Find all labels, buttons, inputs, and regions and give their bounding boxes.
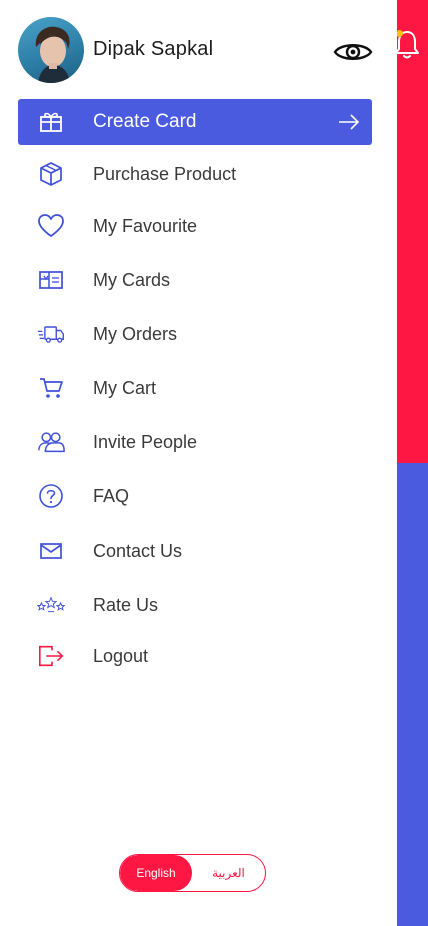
menu-item-rate-us[interactable]: Rate Us [18, 582, 372, 628]
eye-icon[interactable] [333, 39, 373, 65]
navigation-drawer: Dipak Sapkal Create Card Purchase Produc… [0, 0, 397, 926]
menu-item-label: Contact Us [93, 540, 183, 561]
menu-item-purchase-product[interactable]: Purchase Product [18, 151, 372, 197]
stars-icon [37, 591, 65, 619]
language-english-button[interactable]: English [120, 855, 192, 891]
menu-item-label: Purchase Product [93, 163, 237, 184]
mail-icon [37, 537, 65, 565]
menu-item-faq[interactable]: FAQ [18, 473, 372, 519]
people-icon [37, 428, 65, 456]
avatar-portrait [35, 26, 70, 83]
menu-item-create-card[interactable]: Create Card [18, 99, 372, 145]
menu-item-label: FAQ [93, 485, 130, 506]
menu-item-contact-us[interactable]: Contact Us [18, 528, 372, 574]
menu-item-label: My Favourite [93, 215, 198, 236]
language-arabic-button[interactable]: العربية [192, 855, 265, 891]
menu-item-label: My Orders [93, 323, 178, 344]
menu-item-label: Create Card [93, 111, 197, 132]
language-toggle: English العربية [119, 854, 266, 892]
user-name: Dipak Sapkal [93, 38, 214, 60]
menu-item-label: My Cards [93, 269, 171, 290]
menu-item-label: Rate Us [93, 594, 159, 615]
menu-item-invite-people[interactable]: Invite People [18, 419, 372, 465]
arrow-right-icon [339, 114, 360, 130]
menu-item-label: My Cart [93, 377, 156, 398]
background-blue-section [397, 463, 428, 926]
gift-card-icon [37, 108, 65, 136]
cart-icon [37, 374, 65, 402]
drawer-header: Dipak Sapkal [18, 17, 378, 83]
card-icon [37, 266, 65, 294]
menu-item-label: Invite People [93, 431, 198, 452]
logout-icon [37, 642, 65, 670]
delivery-truck-icon [37, 320, 65, 348]
menu-item-my-orders[interactable]: My Orders [18, 311, 372, 357]
menu-item-logout[interactable]: Logout [18, 633, 372, 679]
background-red-section [397, 0, 428, 463]
menu-item-my-cart[interactable]: My Cart [18, 365, 372, 411]
avatar[interactable] [18, 17, 84, 83]
box-icon [37, 160, 65, 188]
heart-icon [37, 212, 65, 240]
background-screen-strip [397, 0, 428, 926]
notification-badge [396, 30, 403, 37]
menu-item-label: Logout [93, 645, 149, 666]
menu-item-my-favourite[interactable]: My Favourite [18, 203, 372, 249]
question-icon [37, 482, 65, 510]
menu-item-my-cards[interactable]: My Cards [18, 257, 372, 303]
